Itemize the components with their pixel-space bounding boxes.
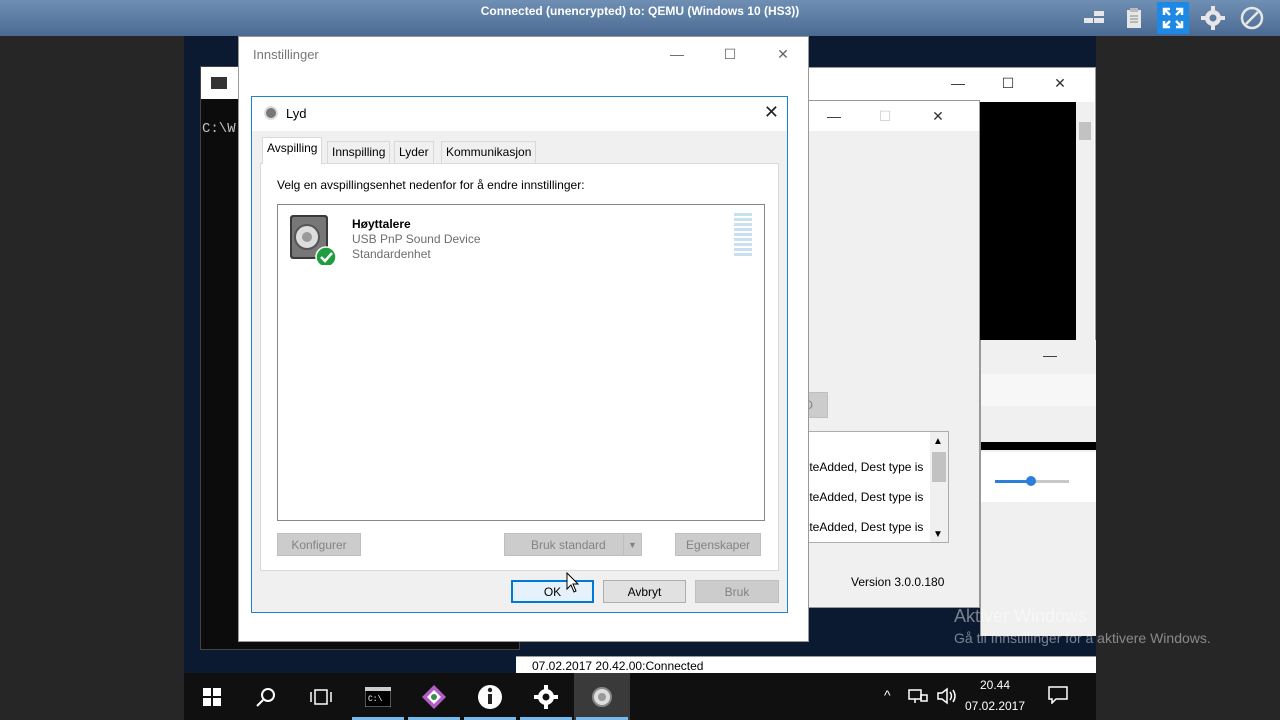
viewer-left-margin (0, 36, 184, 720)
fullscreen-icon[interactable] (1157, 2, 1189, 34)
chevron-down-icon[interactable]: ▼ (933, 529, 943, 540)
taskbar-settings-icon[interactable] (518, 673, 574, 720)
maximize-icon[interactable]: ☐ (707, 39, 753, 69)
speaker-icon (264, 106, 278, 120)
notification-icon[interactable] (1048, 686, 1068, 707)
minimize-icon[interactable]: — (811, 101, 857, 131)
playback-panel: Velg en avspillingsenhet nedenfor for å … (260, 163, 779, 571)
activation-subtitle: Gå til Innstillinger for å aktivere Wind… (954, 630, 1211, 646)
svg-text:C:\: C:\ (368, 695, 383, 704)
log-scrollbar[interactable]: ▲ ▼ (930, 432, 948, 542)
sound-dialog-title: Lyd (286, 106, 307, 121)
close-icon[interactable]: ✕ (1037, 68, 1083, 98)
cmd-prompt: C:\W (202, 121, 236, 137)
device-item[interactable]: Høyttalere USB PnP Sound Device Standard… (280, 207, 760, 271)
close-icon[interactable]: ✕ (760, 39, 806, 69)
minimize-icon[interactable]: — (1027, 340, 1073, 370)
minimize-icon[interactable]: — (935, 68, 981, 98)
clock-date[interactable]: 07.02.2017 (964, 699, 1026, 713)
volume-icon[interactable] (936, 687, 958, 708)
sound-dialog[interactable]: Lyd ✕ Avspilling Innspilling Lyder Kommu… (251, 96, 788, 613)
taskbar: C:\ ^ 20.44 07.02.2017 (184, 673, 1096, 720)
device-list[interactable]: Høyttalere USB PnP Sound Device Standard… (277, 204, 765, 521)
apply-button[interactable]: Bruk (695, 580, 779, 603)
layout-icon[interactable] (1078, 2, 1110, 34)
chevron-up-icon[interactable]: ▲ (933, 436, 943, 447)
version-label: Version 3.0.0.180 (851, 575, 945, 589)
close-icon[interactable]: ✕ (764, 102, 779, 123)
taskbar-sound-icon[interactable] (574, 673, 630, 720)
maximize-icon[interactable]: ☐ (985, 68, 1031, 98)
clipboard-icon[interactable] (1118, 2, 1150, 34)
viewer-right-margin (1096, 36, 1280, 720)
viewer-top-bar: Connected (unencrypted) to: QEMU (Window… (0, 0, 1280, 36)
mouse-cursor-icon (566, 571, 580, 597)
chevron-up-icon[interactable]: ^ (884, 687, 891, 703)
device-status: Standardenhet (352, 247, 431, 261)
tab-avspilling[interactable]: Avspilling (262, 137, 323, 164)
player-window[interactable]: — (980, 340, 1096, 636)
taskbar-info-icon[interactable] (462, 673, 518, 720)
tab-innspilling[interactable]: Innspilling (327, 141, 391, 163)
clock-time[interactable]: 20.44 (964, 678, 1026, 692)
slider-handle[interactable] (1026, 476, 1036, 486)
chevron-down-icon[interactable]: ▼ (623, 534, 641, 555)
cancel-button[interactable]: Avbryt (603, 580, 686, 603)
taskbar-cmd-icon[interactable]: C:\ (350, 673, 406, 720)
set-default-button[interactable]: Bruk standard ▼ (504, 533, 642, 556)
maximize-icon[interactable]: ☐ (862, 101, 908, 131)
start-button[interactable] (184, 673, 240, 720)
ok-button[interactable]: OK (511, 580, 594, 603)
cmd-icon (211, 77, 227, 89)
settings-icon[interactable] (1197, 2, 1229, 34)
device-name: Høyttalere (352, 217, 411, 231)
volume-meter (734, 213, 752, 259)
volume-slider[interactable] (995, 476, 1069, 486)
network-icon[interactable] (908, 687, 928, 708)
instruction-text: Velg en avspillingsenhet nedenfor for å … (277, 178, 585, 192)
task-view-icon[interactable] (293, 673, 349, 720)
taskbar-app-icon[interactable] (406, 673, 462, 720)
disconnect-icon[interactable] (1236, 2, 1268, 34)
video-area (980, 102, 1086, 370)
device-description: USB PnP Sound Device (352, 232, 481, 246)
sound-dialog-titlebar: Lyd ✕ (252, 97, 787, 131)
activation-title: Aktiver Windows (954, 606, 1088, 626)
speaker-device-icon (288, 213, 337, 268)
set-default-label: Bruk standard (531, 537, 606, 552)
settings-title: Innstillinger (253, 47, 319, 62)
close-icon[interactable]: ✕ (915, 101, 961, 131)
search-icon[interactable] (238, 673, 294, 720)
configure-button[interactable]: Konfigurer (277, 533, 361, 556)
status-text: 07.02.2017 20.42.00:Connected (532, 659, 704, 673)
tab-kommunikasjon[interactable]: Kommunikasjon (441, 141, 537, 163)
tab-lyder[interactable]: Lyder (394, 141, 434, 163)
scrollbar[interactable] (1076, 102, 1094, 370)
minimize-icon[interactable]: — (654, 39, 700, 69)
properties-button[interactable]: Egenskaper (675, 533, 761, 556)
